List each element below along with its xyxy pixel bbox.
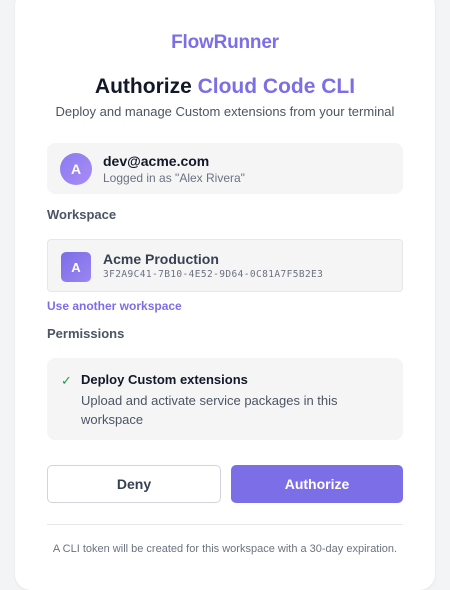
brand-logo: FlowRunner <box>171 32 279 53</box>
workspace-avatar: A <box>61 252 91 282</box>
workspace-name: Acme Production <box>103 251 219 267</box>
workspace-selector[interactable]: A Acme Production 3F2A9C41-7B10-4E52-9D6… <box>47 239 403 292</box>
title-app-name: Cloud Code CLI <box>197 75 356 98</box>
deny-button[interactable]: Deny <box>47 465 221 503</box>
user-avatar: A <box>60 153 92 185</box>
authorize-button[interactable]: Authorize <box>231 465 403 503</box>
permission-item: ✓ Deploy Custom extensions Upload and ac… <box>47 358 403 440</box>
workspace-id: 3F2A9C41-7B10-4E52-9D64-0C81A7F5B2E3 <box>103 269 324 280</box>
authorization-card: FlowRunner Authorize Cloud Code CLI Depl… <box>15 0 435 590</box>
token-expiration-note: A CLI token will be created for this wor… <box>52 543 398 555</box>
permission-title: Deploy Custom extensions <box>81 372 248 387</box>
title-prefix: Authorize <box>94 75 192 98</box>
permission-description: Upload and activate service packages in … <box>81 393 338 427</box>
page-title: Authorize Cloud Code CLI <box>47 75 403 99</box>
user-email: dev@acme.com <box>103 153 210 169</box>
user-account-box: A dev@acme.com Logged in as "Alex Rivera… <box>47 143 403 194</box>
workspace-label: Workspace <box>47 207 117 222</box>
user-logged-in-as: Logged in as "Alex Rivera" <box>103 171 245 185</box>
page-subtitle: Deploy and manage Custom extensions from… <box>55 104 395 119</box>
permissions-label: Permissions <box>47 326 125 341</box>
divider <box>47 524 403 525</box>
use-another-workspace-link[interactable]: Use another workspace <box>47 299 182 313</box>
check-icon: ✓ <box>61 373 72 388</box>
